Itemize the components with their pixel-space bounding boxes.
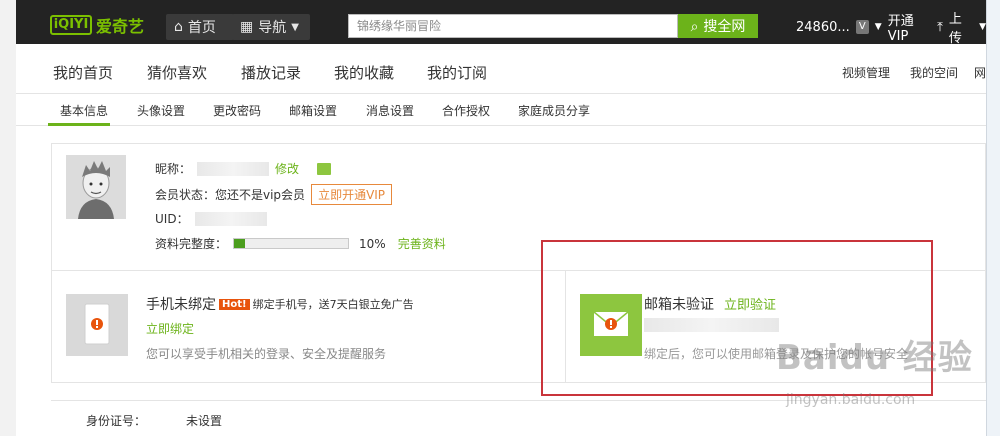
settings-tabs: 基本信息 头像设置 更改密码 邮箱设置 消息设置 合作授权 家庭成员分享 (16, 94, 986, 126)
tab-email[interactable]: 邮箱设置 (289, 102, 337, 119)
nav-dropdown[interactable]: ▦ 导航 ▼ (232, 14, 310, 40)
edit-nickname-link[interactable]: 修改 (275, 160, 299, 177)
uid-row: UID： (155, 210, 267, 227)
search-button-label: 搜全网 (703, 18, 746, 34)
secnav-item-subscriptions[interactable]: 我的订阅 (427, 62, 487, 83)
active-tab-indicator (48, 123, 110, 126)
grid-icon: ▦ (240, 19, 254, 35)
open-vip-button[interactable]: 立即开通VIP (311, 184, 393, 205)
iqiyi-logo[interactable]: iQIYI 爱奇艺 (50, 14, 160, 36)
user-dropdown-icon[interactable]: ▼ (875, 22, 882, 32)
phone-promo-text: 绑定手机号，送7天白银立免广告 (252, 298, 414, 311)
username[interactable]: 24860... (796, 20, 850, 35)
nickname-label: 昵称： (155, 162, 192, 176)
home-button[interactable]: ⌂ 首页 (166, 14, 234, 40)
home-icon: ⌂ (174, 19, 183, 35)
complete-profile-link[interactable]: 完善资料 (398, 235, 446, 252)
phone-icon (84, 303, 110, 345)
bind-phone-link[interactable]: 立即绑定 (146, 320, 194, 337)
search-icon: ⌕ (690, 17, 699, 34)
window-right-edge (986, 0, 1000, 436)
secnav-item-home[interactable]: 我的首页 (53, 62, 113, 83)
search-input[interactable]: 锦绣缘华丽冒险 (348, 14, 678, 38)
uid-label: UID： (155, 212, 189, 226)
nav-label: 导航 (258, 20, 287, 36)
completeness-row: 资料完整度： 10% 完善资料 (155, 235, 446, 252)
video-manage-link[interactable]: 视频管理 (842, 64, 890, 81)
member-status-row: 会员状态：您还不是vip会员 立即开通VIP (155, 184, 393, 205)
phone-card-title-row: 手机未绑定 Hot! 绑定手机号，送7天白银立免广告 (146, 294, 414, 314)
logo-mark: iQIYI (50, 15, 92, 35)
completeness-value: 10% (359, 236, 386, 251)
phone-card-desc: 您可以享受手机相关的登录、安全及提醒服务 (146, 347, 387, 361)
home-label: 首页 (187, 20, 216, 36)
baidu-watermark: Baidu 经验 (776, 338, 973, 378)
tab-messages[interactable]: 消息设置 (366, 102, 414, 119)
user-area: 24860... V ▼ 开通VIP ⤒ 上传 ▼ (796, 12, 986, 46)
baidu-watermark-url: jingyan.baidu.com (786, 392, 916, 408)
phone-card-icon (66, 294, 128, 356)
upload-link[interactable]: 上传 (949, 8, 973, 46)
logo-text: 爱奇艺 (96, 17, 145, 36)
completeness-progress-bar (233, 238, 350, 249)
upload-icon: ⤒ (937, 19, 943, 35)
top-navbar: iQIYI 爱奇艺 ⌂ 首页 ▦ 导航 ▼ 锦绣缘华丽冒险 ⌕ 搜全网 2486… (16, 0, 986, 46)
uid-value (194, 211, 267, 226)
open-vip-link[interactable]: 开通VIP (888, 10, 931, 44)
progress-fill (234, 239, 246, 248)
nickname-row: 昵称： 修改 (155, 160, 332, 177)
secnav-item-favorites[interactable]: 我的收藏 (334, 62, 394, 83)
upload-dropdown-icon[interactable]: ▼ (979, 22, 986, 32)
tab-password[interactable]: 更改密码 (213, 102, 261, 119)
secnav-item-history[interactable]: 播放记录 (241, 62, 301, 83)
tab-avatar[interactable]: 头像设置 (137, 102, 185, 119)
hot-badge: Hot! (219, 298, 250, 310)
chevron-down-icon: ▼ (291, 21, 299, 33)
nickname-value (197, 161, 270, 176)
avatar[interactable] (66, 155, 126, 219)
message-icon[interactable] (317, 162, 332, 175)
phone-card-title: 手机未绑定 (146, 297, 216, 313)
member-status-label: 会员状态：您还不是vip会员 (155, 188, 306, 202)
id-card-value: 未设置 (186, 414, 223, 428)
page-frame: iQIYI 爱奇艺 ⌂ 首页 ▦ 导航 ▼ 锦绣缘华丽冒险 ⌕ 搜全网 2486… (16, 0, 986, 436)
completeness-label: 资料完整度： (155, 237, 228, 251)
tab-family-share[interactable]: 家庭成员分享 (518, 102, 590, 119)
search-button[interactable]: ⌕ 搜全网 (678, 14, 758, 38)
tab-authorization[interactable]: 合作授权 (442, 102, 490, 119)
my-space-link[interactable]: 我的空间 (910, 64, 958, 81)
tab-basic-info[interactable]: 基本信息 (60, 102, 108, 119)
secnav-item-recommend[interactable]: 猜你喜欢 (147, 62, 207, 83)
secondary-nav: 我的首页 猜你喜欢 播放记录 我的收藏 我的订阅 视频管理 我的空间 网 (16, 44, 986, 94)
secnav-more-link[interactable]: 网 (974, 64, 986, 81)
avatar-icon (66, 155, 126, 219)
id-card-label: 身份证号： (86, 414, 147, 428)
vip-level-icon: V (855, 20, 869, 34)
id-card-row: 身份证号： 未设置 (86, 412, 222, 429)
